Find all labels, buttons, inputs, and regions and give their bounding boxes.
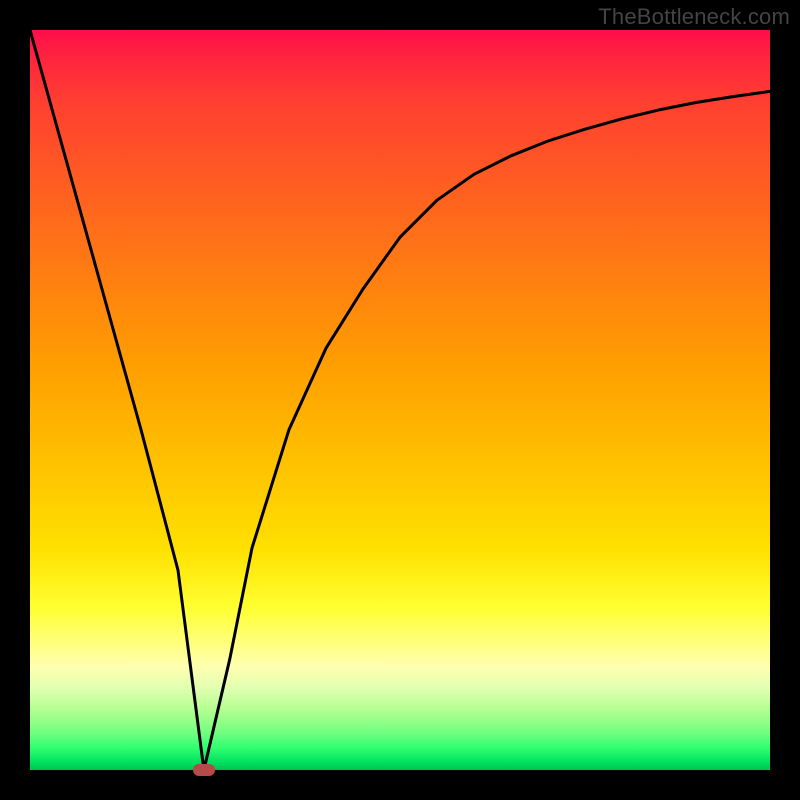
chart-container: TheBottleneck.com	[0, 0, 800, 800]
watermark-text: TheBottleneck.com	[598, 4, 790, 30]
curve-layer	[30, 30, 770, 770]
plot-area	[30, 30, 770, 770]
minimum-marker	[193, 764, 215, 776]
bottleneck-curve	[30, 30, 770, 770]
